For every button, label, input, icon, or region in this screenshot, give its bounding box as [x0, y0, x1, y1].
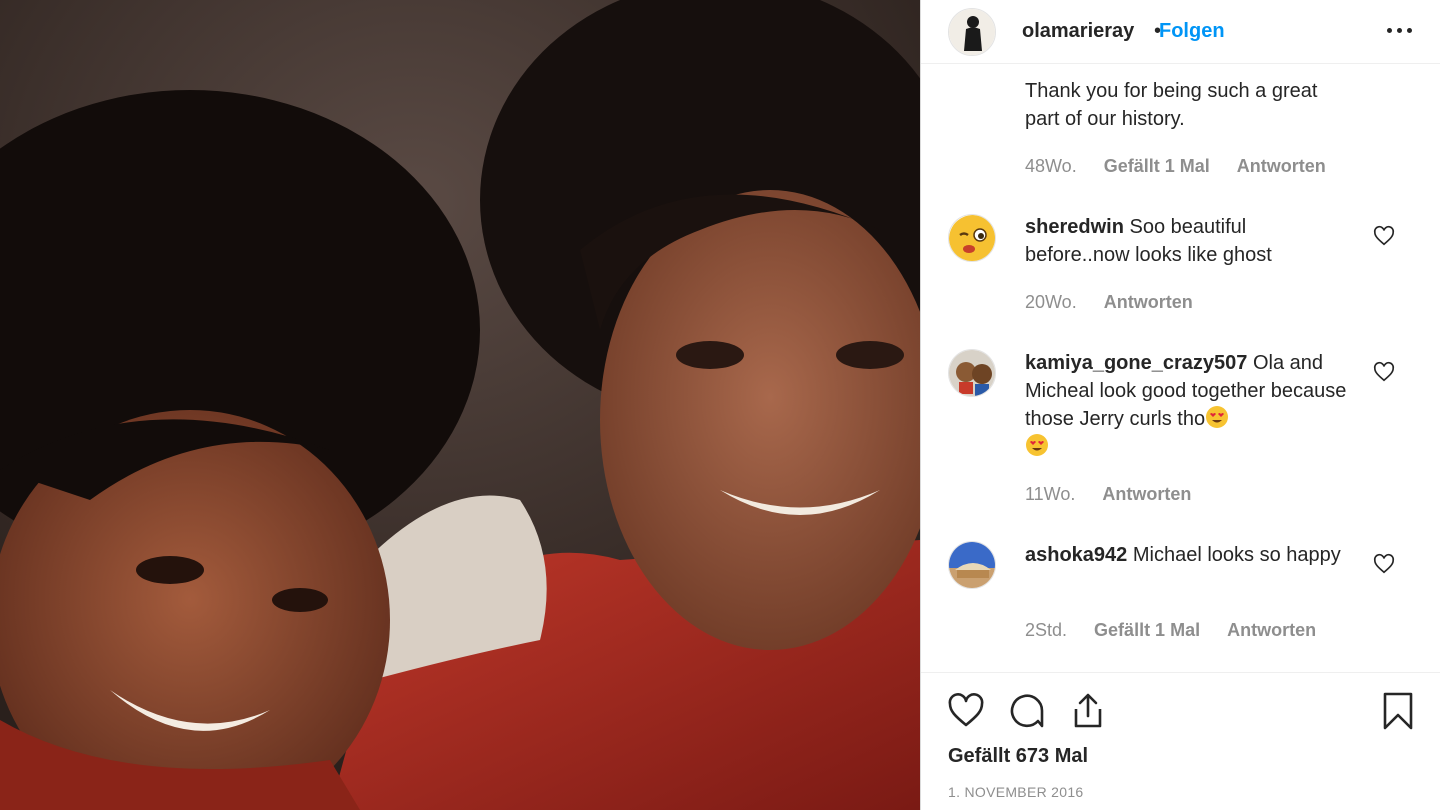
comment-icon[interactable]: [1007, 691, 1047, 731]
comment-body: kamiya_gone_crazy507 Ola and Micheal loo…: [1025, 349, 1355, 461]
comment-likes[interactable]: Gefällt 1 Mal: [1104, 156, 1210, 176]
reply-button[interactable]: Antworten: [1237, 156, 1326, 176]
comment-time: 11Wo.: [1025, 484, 1076, 504]
comment-username[interactable]: sheredwin: [1025, 216, 1124, 238]
post-image: [0, 0, 920, 810]
comment-username[interactable]: kamiya_gone_crazy507: [1025, 352, 1247, 374]
heart-eyes-emoji: [1026, 434, 1048, 456]
author-username[interactable]: olamarieray: [1022, 20, 1134, 43]
comment-time: 48Wo.: [1025, 156, 1077, 176]
reply-button[interactable]: Antworten: [1102, 484, 1191, 504]
winking-face-emoji: [949, 215, 995, 261]
post-date: 1. NOVEMBER 2016: [948, 784, 1084, 800]
like-comment-icon[interactable]: [1373, 225, 1395, 247]
more-options-icon[interactable]: [1384, 14, 1416, 46]
commenter-avatar[interactable]: [948, 349, 996, 397]
comment-time: 20Wo.: [1025, 292, 1077, 312]
comment-meta: 20Wo. Antworten: [1025, 292, 1215, 313]
post-header: olamarieray • Folgen: [921, 0, 1440, 64]
heart-icon[interactable]: [946, 691, 986, 731]
comment-text: Thank you for being such a great part of…: [1025, 80, 1318, 130]
post-sidebar: olamarieray • Folgen Thank you for being…: [920, 0, 1440, 810]
follow-button[interactable]: Folgen: [1159, 20, 1225, 43]
comment-body: sheredwin Soo beautiful before..now look…: [1025, 213, 1355, 269]
comment-meta: 2Std. Gefällt 1 Mal Antworten: [1025, 620, 1338, 641]
like-comment-icon[interactable]: [1373, 553, 1395, 575]
comment-meta: 11Wo. Antworten: [1025, 484, 1213, 505]
bookmark-icon[interactable]: [1378, 691, 1418, 731]
like-comment-icon[interactable]: [1373, 361, 1395, 383]
comments-list[interactable]: Thank you for being such a great part of…: [921, 64, 1440, 672]
comment-meta: 48Wo. Gefällt 1 Mal Antworten: [1025, 156, 1348, 177]
commenter-avatar[interactable]: [948, 541, 996, 589]
comment-text: Michael looks so happy: [1132, 544, 1341, 566]
author-avatar[interactable]: [948, 8, 996, 56]
commenter-avatar[interactable]: [948, 214, 996, 262]
comment-body: ashoka942 Michael looks so happy: [1025, 541, 1355, 569]
share-icon[interactable]: [1068, 691, 1108, 731]
likes-count[interactable]: Gefällt 673 Mal: [948, 745, 1088, 768]
post-photo[interactable]: [0, 0, 920, 810]
comment-username[interactable]: ashoka942: [1025, 544, 1127, 566]
palace-avatar-image: [949, 542, 995, 588]
reply-button[interactable]: Antworten: [1104, 292, 1193, 312]
reply-button[interactable]: Antworten: [1227, 620, 1316, 640]
comment-likes[interactable]: Gefällt 1 Mal: [1094, 620, 1200, 640]
comment-time: 2Std.: [1025, 620, 1068, 640]
post-actions: Gefällt 673 Mal 1. NOVEMBER 2016: [921, 672, 1440, 810]
heart-eyes-emoji: [1206, 406, 1229, 428]
chipmunks-avatar-image: [949, 350, 995, 396]
